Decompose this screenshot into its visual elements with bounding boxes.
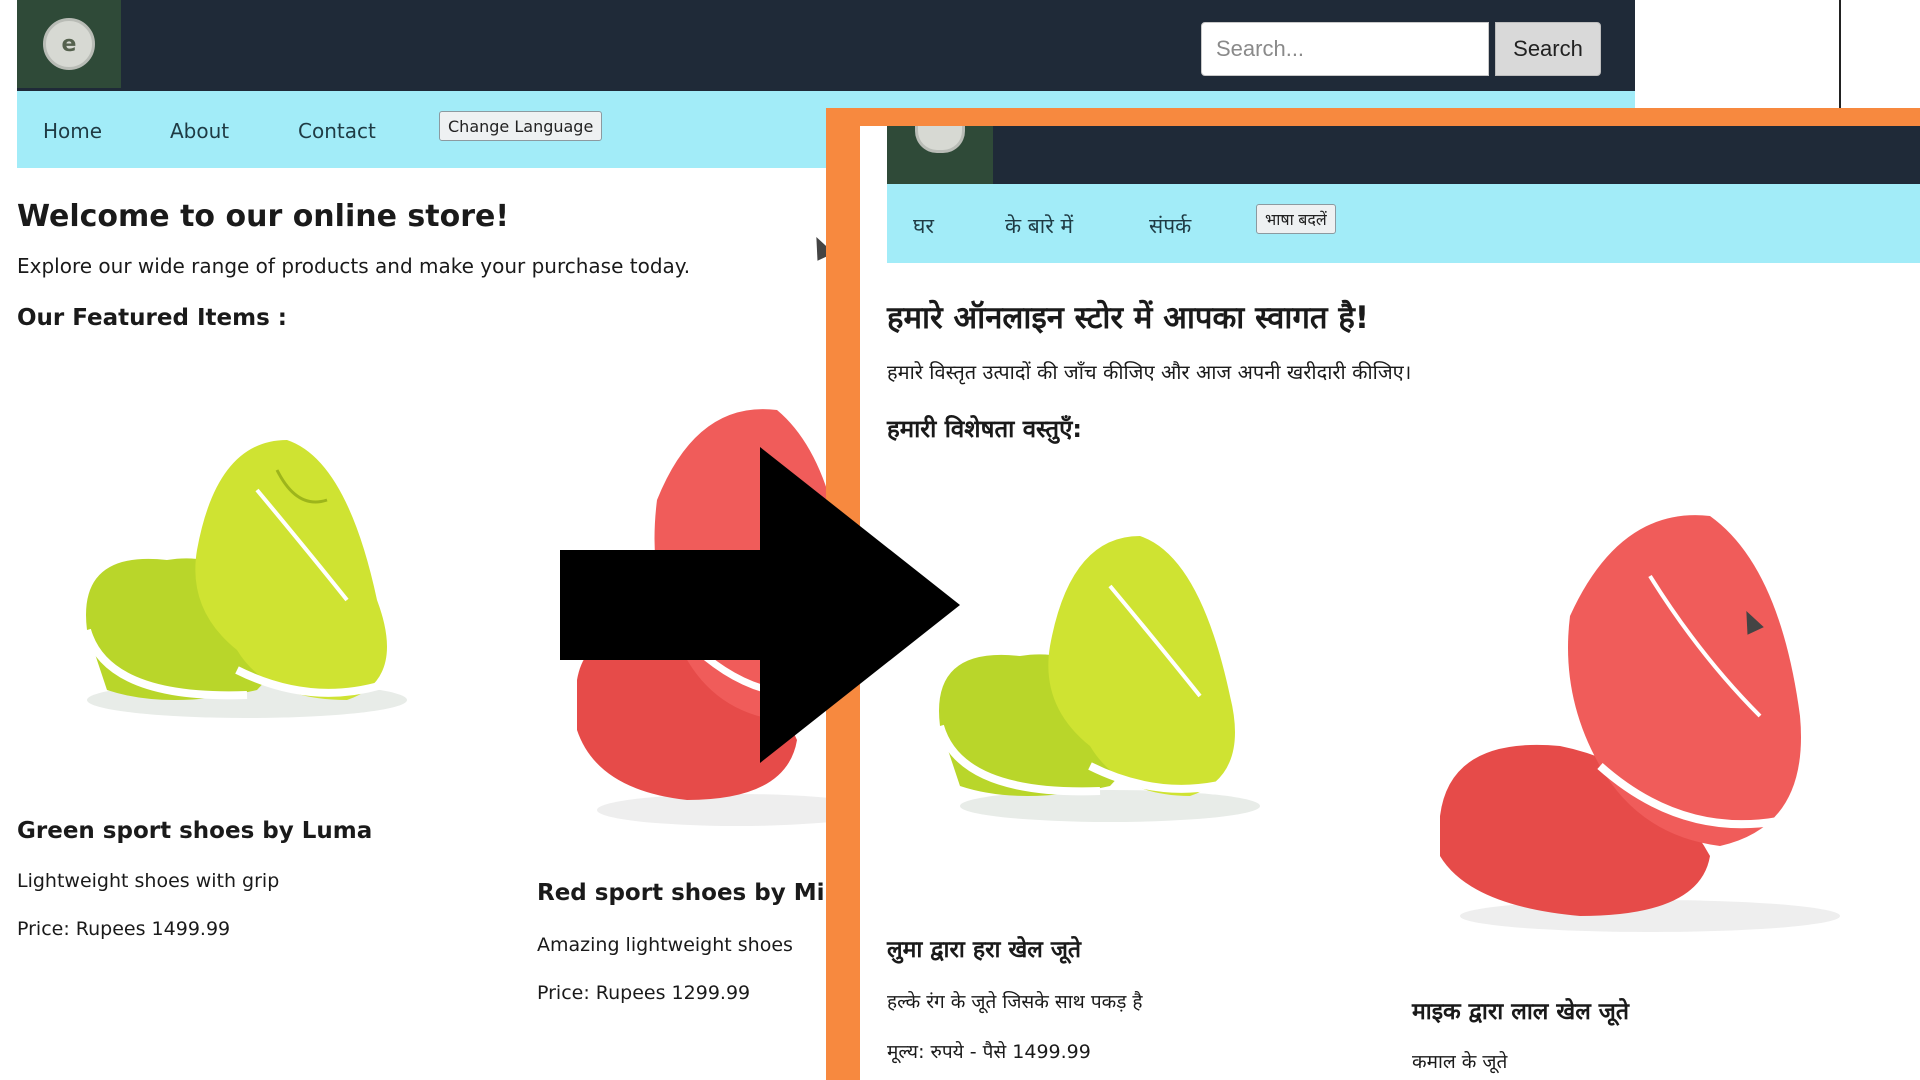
featured-heading: हमारी विशेषता वस्तुएँ: — [887, 415, 1082, 443]
nav-home[interactable]: घर — [913, 212, 934, 240]
product-name[interactable]: Red sport shoes by Mi — [537, 880, 824, 906]
change-language-button[interactable]: Change Language — [439, 111, 603, 141]
hindi-store-page: घर के बारे में संपर्क भाषा बदलें हमारे ऑ… — [860, 126, 1920, 1080]
store-logo[interactable] — [887, 126, 993, 184]
change-language-button[interactable]: भाषा बदलें — [1256, 204, 1336, 234]
search-input[interactable] — [1201, 22, 1489, 76]
product-price: Price: Rupees 1499.99 — [17, 918, 231, 940]
nav-about[interactable]: About — [170, 119, 229, 143]
product-description: कमाल के जूते — [1412, 1051, 1508, 1073]
page-title: हमारे ऑनलाइन स्टोर में आपका स्वागत है! — [887, 300, 1369, 336]
green-shoe-image[interactable] — [47, 400, 427, 740]
green-shoe-image[interactable] — [920, 506, 1260, 836]
featured-heading: Our Featured Items : — [17, 305, 287, 331]
search-button[interactable]: Search — [1495, 22, 1601, 76]
page-title: Welcome to our online store! — [17, 199, 510, 234]
intro-text: हमारे विस्तृत उत्पादों की जाँच कीजिए और … — [887, 360, 1412, 384]
store-logo[interactable]: e — [17, 0, 121, 88]
red-shoe-image[interactable] — [1420, 496, 1860, 936]
product-name[interactable]: लुमा द्वारा हरा खेल जूते — [887, 932, 1081, 964]
product-price: मूल्य: रुपये - पैसे 1499.99 — [887, 1041, 1091, 1063]
top-bar: e Search — [17, 0, 1635, 91]
product-price: Price: Rupees 1299.99 — [537, 982, 751, 1004]
nav-contact[interactable]: Contact — [298, 119, 376, 143]
nav-home[interactable]: Home — [43, 119, 102, 143]
intro-text: Explore our wide range of products and m… — [17, 254, 691, 278]
product-description: हल्के रंग के जूते जिसके साथ पकड़ है — [887, 991, 1143, 1013]
nav-bar: घर के बारे में संपर्क भाषा बदलें — [887, 184, 1920, 263]
top-bar — [887, 126, 1920, 184]
product-description: Lightweight shoes with grip — [17, 870, 280, 892]
product-name[interactable]: Green sport shoes by Luma — [17, 818, 372, 844]
product-description: Amazing lightweight shoes — [537, 934, 793, 956]
nav-about[interactable]: के बारे में — [1005, 212, 1073, 240]
window-edge-divider — [1839, 0, 1841, 108]
nav-contact[interactable]: संपर्क — [1149, 212, 1191, 240]
transition-arrow-icon — [560, 447, 960, 763]
logo-icon — [915, 126, 965, 153]
logo-icon: e — [43, 18, 95, 70]
product-name[interactable]: माइक द्वारा लाल खेल जूते — [1412, 994, 1629, 1026]
